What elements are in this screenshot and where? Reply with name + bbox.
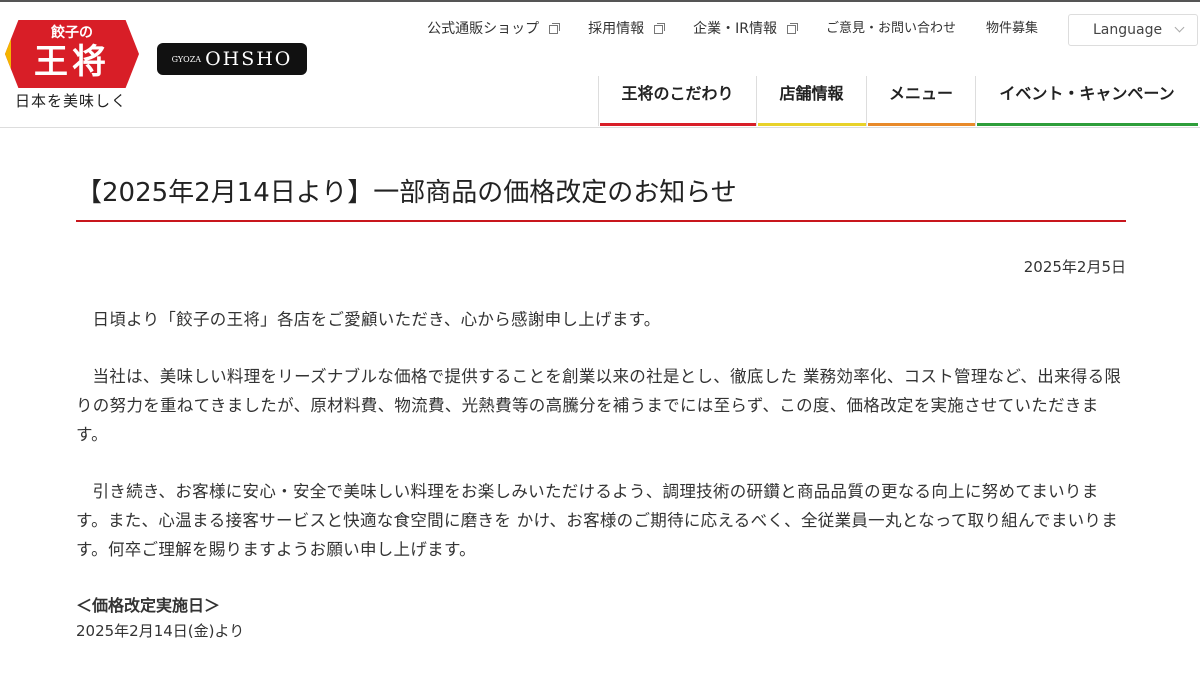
paragraph: 日頃より「餃子の王将」各店をご愛顧いただき、心から感謝申し上げます。 — [92, 310, 661, 329]
util-link-shop[interactable]: 公式通販ショップ — [427, 19, 561, 39]
nav-events[interactable]: イベント・キャンペーン — [975, 76, 1198, 126]
language-select[interactable]: Language — [1068, 14, 1198, 46]
util-link-label: 公式通販ショップ — [427, 21, 540, 37]
util-link-label: 企業・IR情報 — [693, 21, 777, 37]
brand-small: GYOZA — [171, 54, 202, 64]
nav-label: 王将のこだわり — [621, 84, 734, 103]
nav-label: メニュー — [888, 84, 953, 103]
site-header: 餃子の 王将 日本を美味しく GYOZA OHSHO 公式通販ショップ 採用情報… — [0, 0, 1200, 128]
util-link-property[interactable]: 物件募集 — [986, 19, 1038, 39]
gyoza-ohsho-logo[interactable]: GYOZA OHSHO — [157, 43, 307, 75]
nav-menu[interactable]: メニュー — [866, 76, 975, 126]
nav-underline — [977, 123, 1198, 126]
section-heading: ＜価格改定実施日＞ — [76, 596, 221, 615]
util-link-label: ご意見・お問い合わせ — [825, 21, 956, 36]
publish-date: 2025年2月5日 — [1023, 258, 1126, 276]
chevron-down-icon — [1174, 22, 1185, 33]
page-title: 【2025年2月14日より】一部商品の価格改定のお知らせ — [76, 178, 737, 208]
nav-kodawari[interactable]: 王将のこだわり — [598, 76, 756, 126]
title-divider — [76, 220, 1126, 222]
nav-underline — [758, 123, 866, 126]
nav-underline — [868, 123, 975, 126]
nav-label: 店舗情報 — [779, 84, 844, 103]
external-link-icon — [786, 22, 798, 34]
nav-underline — [600, 123, 756, 126]
effective-date: 2025年2月14日(金)より — [76, 622, 245, 640]
external-link-icon — [654, 22, 666, 34]
external-link-icon — [549, 22, 561, 34]
util-link-label: 物件募集 — [985, 21, 1038, 36]
language-label: Language — [1093, 22, 1163, 38]
util-link-ir[interactable]: 企業・IR情報 — [693, 19, 798, 39]
brand-big: OHSHO — [205, 48, 293, 70]
util-link-label: 採用情報 — [588, 21, 645, 37]
utility-nav: 公式通販ショップ 採用情報 企業・IR情報 ご意見・お問い合わせ 物件募集 — [397, 19, 1038, 39]
nav-stores[interactable]: 店舗情報 — [756, 76, 866, 126]
paragraph: 引き続き、お客様に安心・安全で美味しい料理をお楽しみいただけるよう、調理技術の研… — [76, 482, 1119, 559]
global-nav: 王将のこだわり 店舗情報 メニュー イベント・キャンペーン — [598, 76, 1198, 126]
util-link-recruit[interactable]: 採用情報 — [588, 19, 666, 39]
logo-badge-top: 餃子の — [51, 25, 93, 41]
logo-tagline: 日本を美味しく — [15, 92, 128, 110]
paragraph: 当社は、美味しい料理をリーズナブルな価格で提供することを創業以来の社是とし、徹底… — [76, 367, 1122, 444]
gyoza-no-ohsho-logo[interactable]: 餃子の 王将 日本を美味しく — [5, 20, 139, 110]
nav-label: イベント・キャンペーン — [999, 84, 1175, 103]
util-link-contact[interactable]: ご意見・お問い合わせ — [826, 19, 956, 39]
logo-badge-main: 王将 — [34, 42, 110, 82]
